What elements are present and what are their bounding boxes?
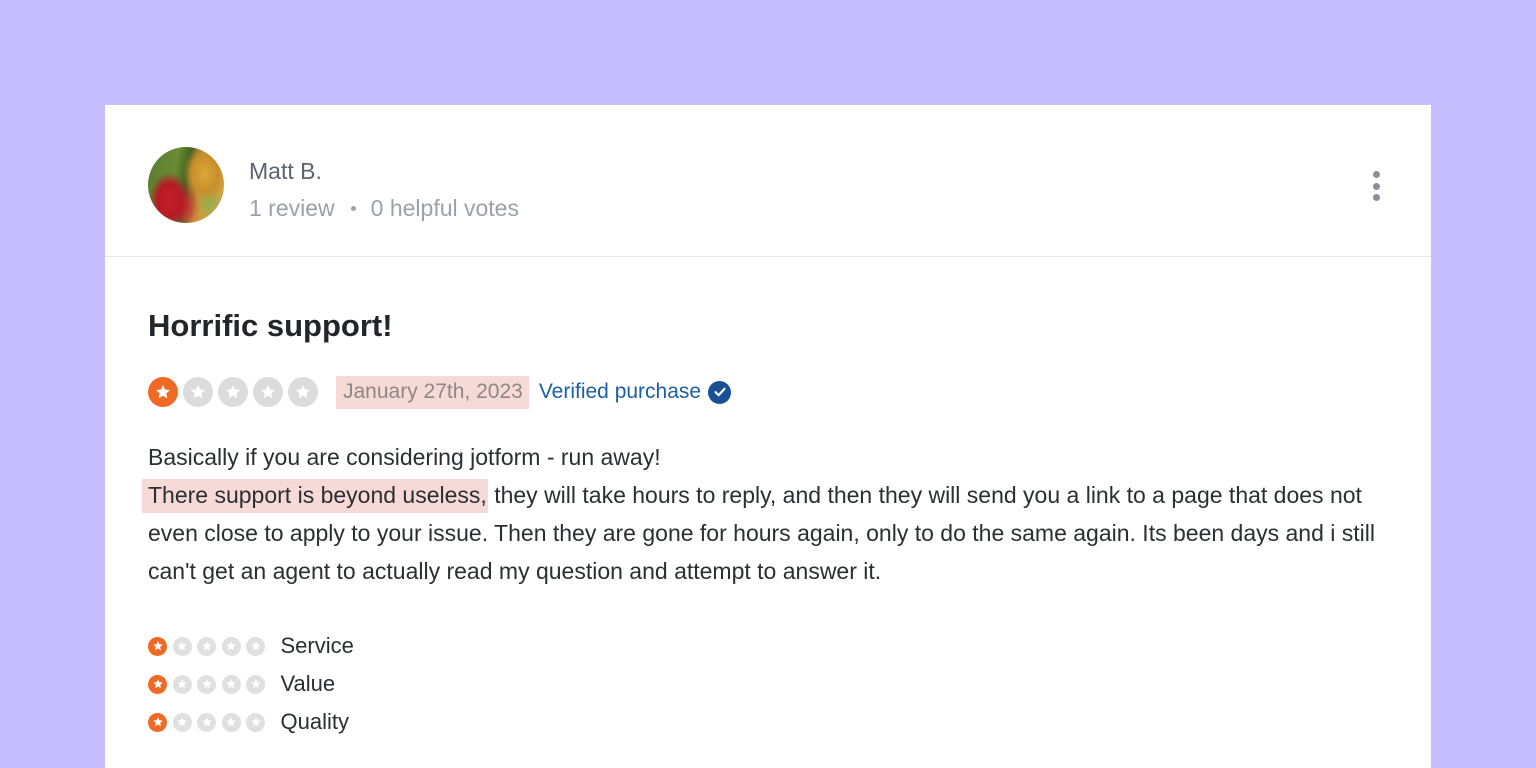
more-options-button[interactable] (1367, 171, 1385, 201)
star-empty-icon (172, 674, 192, 694)
kebab-dot-icon (1372, 182, 1380, 190)
sub-rating-label: Service (280, 633, 354, 658)
verified-purchase-badge[interactable]: Verified purchase (538, 380, 732, 404)
star-filled-icon (148, 636, 167, 656)
star-empty-icon (253, 377, 283, 407)
star-empty-icon (246, 636, 265, 656)
star-empty-icon (197, 674, 216, 694)
star-empty-icon (246, 674, 265, 694)
kebab-dot-icon (1372, 194, 1380, 201)
star-empty-icon (197, 712, 216, 732)
verified-label: Verified purchase (538, 380, 702, 403)
review-body-line1: Basically if you are considering jotform… (148, 444, 661, 470)
sub-rating-quality: Quality (148, 703, 354, 741)
reviewer-meta: 1 review 0 helpful votes (249, 195, 519, 222)
highlighted-text: There support is beyond useless, (142, 479, 488, 513)
sub-rating-label: Value (280, 671, 336, 696)
reviewer-header: Matt B. 1 review 0 helpful votes (105, 105, 1431, 257)
review-title: Horrific support! (148, 308, 393, 343)
star-empty-icon (221, 674, 241, 694)
review-body: Basically if you are considering jotform… (142, 438, 1398, 590)
kebab-dot-icon (1372, 171, 1380, 178)
helpful-votes: 0 helpful votes (370, 195, 519, 221)
rating-row: January 27th, 2023 Verified purchase (148, 375, 732, 409)
star-empty-icon (172, 712, 192, 732)
star-empty-icon (183, 377, 213, 407)
sub-ratings: Service Value Quality (148, 627, 354, 741)
separator-dot-icon (350, 206, 356, 211)
star-empty-icon (246, 712, 265, 732)
sub-rating-label: Quality (280, 709, 349, 734)
check-circle-icon (708, 380, 732, 404)
star-rating (148, 377, 323, 407)
star-empty-icon (197, 636, 216, 656)
star-empty-icon (288, 377, 318, 407)
star-empty-icon (218, 377, 248, 407)
sub-rating-value: Value (148, 665, 354, 703)
star-filled-icon (148, 674, 167, 694)
avatar[interactable] (148, 147, 224, 223)
star-empty-icon (221, 636, 241, 656)
review-card: Matt B. 1 review 0 helpful votes Horrifi… (105, 105, 1431, 768)
star-empty-icon (172, 636, 192, 656)
star-empty-icon (221, 712, 241, 732)
review-count: 1 review (249, 195, 335, 221)
reviewer-name[interactable]: Matt B. (249, 158, 322, 185)
star-filled-icon (148, 377, 178, 407)
star-filled-icon (148, 712, 167, 732)
sub-rating-service: Service (148, 627, 354, 665)
review-date: January 27th, 2023 (336, 375, 529, 409)
